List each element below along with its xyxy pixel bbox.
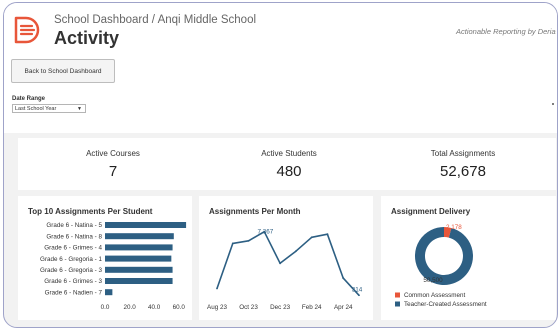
x-tick-label: Apr 24 <box>334 304 353 311</box>
bar-category-label: Grade 6 - Grimes - 4 <box>44 245 102 252</box>
kpi-label: Total Assignments <box>430 149 496 158</box>
data-point <box>294 250 297 253</box>
dashboard-frame: School Dashboard / Anqi Middle School Ac… <box>3 2 558 328</box>
top10-card: Grade 6 - Natina - 5 Grade 6 - Natina - 8… <box>18 196 192 320</box>
delivery-title: Assignment Delivery <box>391 207 471 216</box>
x-tick-label: 40.0 <box>148 304 161 311</box>
per-month-title: Assignments Per Month <box>209 207 301 216</box>
data-point <box>231 242 234 245</box>
data-point <box>247 239 250 242</box>
legend-swatch <box>395 301 400 307</box>
logo-icon <box>14 16 40 44</box>
tagline: Actionable Reporting by Deria <box>456 27 556 36</box>
data-point <box>216 287 218 290</box>
page-title: Activity <box>54 28 120 48</box>
x-tick-label: Feb 24 <box>302 304 322 311</box>
legend-label: Teacher-Created Assessment <box>404 301 487 308</box>
bar <box>105 244 173 251</box>
kpi-value: 7 <box>108 163 118 180</box>
x-tick-label: Aug 23 <box>207 304 227 311</box>
slice-label: 50,500 <box>423 277 443 284</box>
bar-category-label: Grade 6 - Nadien - 7 <box>45 289 103 296</box>
bar-category-label: Grade 6 - Natina - 8 <box>46 233 102 240</box>
bar <box>105 255 172 262</box>
more-options-dot[interactable] <box>552 103 554 105</box>
x-tick-label: 20.0 <box>123 304 136 311</box>
bar <box>105 266 173 273</box>
top10-title: Top 10 Assignments Per Student <box>28 207 153 216</box>
date-range-value: Last School Year <box>15 106 57 112</box>
bar-category-label: Grade 6 - Gregoria - 3 <box>40 267 102 274</box>
kpi-label: Active Courses <box>86 149 140 158</box>
kpi-total-assignments: Total Assignments 52,678 <box>373 138 553 180</box>
bar <box>105 278 173 284</box>
max-data-label: 7,367 <box>257 229 273 236</box>
dropdown-arrow-icon: ▼ <box>77 106 82 112</box>
delivery-card: 2,178 50,500 Common Assessment Teacher-Crea… <box>381 196 556 320</box>
per-month-card: Aug 23 Oct 23 Dec 23 Feb 24 Apr 24 7,367 314 A… <box>199 196 373 320</box>
breadcrumb: School Dashboard / Anqi Middle School <box>54 14 257 26</box>
data-point <box>279 262 282 265</box>
bar <box>105 222 187 228</box>
legend-swatch <box>395 292 400 298</box>
series-line <box>216 230 360 296</box>
kpi-value: 52,678 <box>440 163 486 180</box>
last-data-label: 314 <box>352 286 363 293</box>
date-range-label: Date Range <box>12 96 46 102</box>
kpi-value: 480 <box>276 163 302 180</box>
donut-slice <box>415 227 473 285</box>
bar-category-label: Grade 6 - Gregoria - 1 <box>40 256 102 263</box>
x-tick-label: 60.0 <box>173 304 186 311</box>
data-point <box>326 233 329 236</box>
data-point <box>358 294 360 297</box>
slice-label: 2,178 <box>446 224 462 231</box>
back-to-dashboard-button[interactable]: Back to School Dashboard <box>11 59 115 83</box>
x-tick-label: Oct 23 <box>239 304 258 311</box>
x-tick-label: Dec 23 <box>270 304 290 311</box>
donut-slice <box>443 227 452 238</box>
kpi-active-students: Active Students 480 <box>199 138 379 180</box>
bar <box>105 233 174 240</box>
date-range-select[interactable]: Last School Year ▼ <box>12 104 86 113</box>
filter-area: Date Range Last School Year ▼ <box>4 93 557 133</box>
data-point <box>342 277 345 279</box>
x-tick-label: 0.0 <box>101 304 110 311</box>
bar-category-label: Grade 6 - Natina - 5 <box>46 222 102 229</box>
bar <box>105 289 113 296</box>
header: School Dashboard / Anqi Middle School Ac… <box>4 3 557 93</box>
bar-category-label: Grade 6 - Grimes - 3 <box>44 278 102 285</box>
data-point <box>310 236 313 239</box>
legend-label: Common Assessment <box>404 292 465 299</box>
kpi-label: Active Students <box>261 149 317 158</box>
kpi-active-courses: Active Courses 7 <box>23 138 203 180</box>
kpi-card: Active Courses 7 Active Students 480 Tot… <box>18 138 556 190</box>
